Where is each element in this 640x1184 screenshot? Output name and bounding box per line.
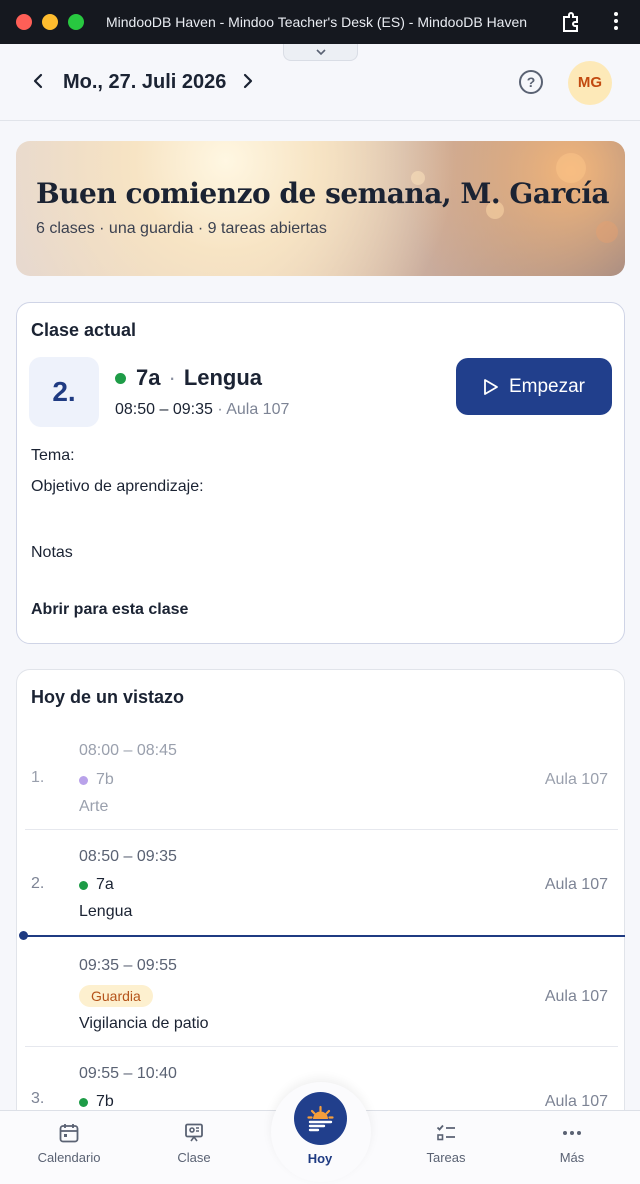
tab-label: Tareas	[426, 1150, 466, 1165]
tab-calendar[interactable]: Calendario	[19, 1121, 119, 1165]
checklist-icon	[436, 1124, 455, 1141]
tab-label: Más	[559, 1150, 585, 1165]
tab-today[interactable]	[294, 1092, 347, 1145]
welcome-banner: Buen comienzo de semana, M. García 6 cla…	[16, 141, 625, 276]
tab-label: Clase	[177, 1150, 211, 1165]
slot-subject: Lengua	[79, 903, 133, 920]
calendar-icon	[59, 1124, 79, 1143]
slot-group: 7b	[79, 1093, 114, 1111]
overview-heading: Hoy de un vistazo	[31, 687, 185, 707]
app-root: Mo., 27. Juli 2026 ? MG Buen comienzo de…	[0, 44, 640, 1184]
window-menu-icon[interactable]	[606, 12, 626, 34]
current-time-dot	[19, 931, 28, 940]
current-time-indicator	[19, 931, 625, 940]
status-dot	[115, 372, 126, 384]
chevron-down-icon	[315, 49, 326, 56]
avatar[interactable]: MG	[568, 61, 612, 105]
pull-down-handle[interactable]	[283, 44, 358, 61]
current-class-heading: Clase actual	[31, 320, 137, 340]
color-dot	[79, 775, 88, 785]
slot-time: 09:55 – 10:40	[79, 1065, 177, 1082]
list-item[interactable]: 09:35 – 09:55 Guardia Vigilancia de pati…	[25, 945, 618, 1047]
tab-label: Calendario	[37, 1150, 101, 1165]
group-label: 7b	[96, 1093, 114, 1110]
slot-subject: Vigilancia de patio	[79, 1015, 209, 1032]
class-group: 7a	[136, 365, 161, 390]
color-dot	[79, 880, 88, 890]
title-separator: ·	[168, 365, 176, 390]
close-window-button[interactable]	[16, 14, 32, 30]
class-time: 08:50 – 09:35	[115, 401, 213, 418]
slot-time: 08:00 – 08:45	[79, 742, 177, 759]
current-class-card[interactable]: Clase actual 2. 7a · Lengua 08:50 – 09:3…	[16, 302, 625, 644]
period-number: 2.	[31, 875, 45, 892]
current-date[interactable]: Mo., 27. Juli 2026	[63, 71, 226, 94]
sunrise-icon	[307, 1105, 334, 1132]
slot-group: 7b	[79, 771, 114, 789]
window-controls	[16, 14, 84, 30]
slot-group: 7a	[79, 876, 114, 894]
more-icon	[563, 1131, 581, 1135]
start-class-button[interactable]: Empezar	[456, 358, 612, 415]
current-class-title: 7a · Lengua	[115, 365, 262, 391]
window-title: MindooDB Haven - Mindoo Teacher's Desk (…	[106, 14, 528, 30]
list-item[interactable]: 2. 08:50 – 09:35 7a Lengua Aula 107	[25, 830, 618, 935]
tab-more[interactable]: Más	[522, 1121, 622, 1165]
play-icon	[484, 378, 498, 395]
maximize-window-button[interactable]	[68, 14, 84, 30]
slot-time: 09:35 – 09:55	[79, 957, 177, 974]
slot-room: Aula 107	[544, 1093, 608, 1110]
tab-today-label[interactable]: Hoy	[270, 1151, 370, 1166]
presentation-icon	[185, 1123, 203, 1142]
duty-badge: Guardia	[79, 985, 153, 1007]
notes-label: Notas	[31, 544, 73, 561]
start-button-label: Empezar	[508, 375, 586, 397]
tab-tasks[interactable]: Tareas	[396, 1121, 496, 1165]
list-item[interactable]: 1. 08:00 – 08:45 7b Arte Aula 107	[25, 732, 618, 830]
next-day-icon[interactable]	[236, 70, 258, 92]
slot-time: 08:50 – 09:35	[79, 848, 177, 865]
help-icon[interactable]: ?	[519, 70, 543, 94]
open-for-class-link[interactable]: Abrir para esta clase	[31, 601, 188, 619]
topic-label: Tema:	[31, 447, 75, 464]
tab-class[interactable]: Clase	[144, 1121, 244, 1165]
class-subject: Lengua	[183, 365, 263, 390]
period-number: 1.	[31, 769, 45, 786]
class-room: · Aula 107	[212, 401, 290, 418]
objective-label: Objetivo de aprendizaje:	[31, 478, 204, 495]
previous-day-icon[interactable]	[28, 70, 50, 92]
period-number: 2.	[29, 357, 99, 427]
slot-room: Aula 107	[544, 988, 608, 1005]
greeting-title: Buen comienzo de semana, M. García	[36, 177, 610, 210]
slot-room: Aula 107	[544, 876, 608, 893]
minimize-window-button[interactable]	[42, 14, 58, 30]
period-number: 3.	[31, 1090, 45, 1107]
group-label: 7b	[96, 771, 114, 788]
window-titlebar: MindooDB Haven - Mindoo Teacher's Desk (…	[0, 0, 640, 44]
class-time-room: 08:50 – 09:35 · Aula 107	[115, 401, 289, 419]
extension-icon[interactable]	[560, 11, 582, 33]
color-dot	[79, 1097, 88, 1107]
slot-room: Aula 107	[544, 771, 608, 788]
group-label: 7a	[96, 876, 114, 893]
day-summary: 6 clases · una guardia · 9 tareas abiert…	[36, 220, 327, 237]
slot-subject: Arte	[79, 798, 109, 815]
